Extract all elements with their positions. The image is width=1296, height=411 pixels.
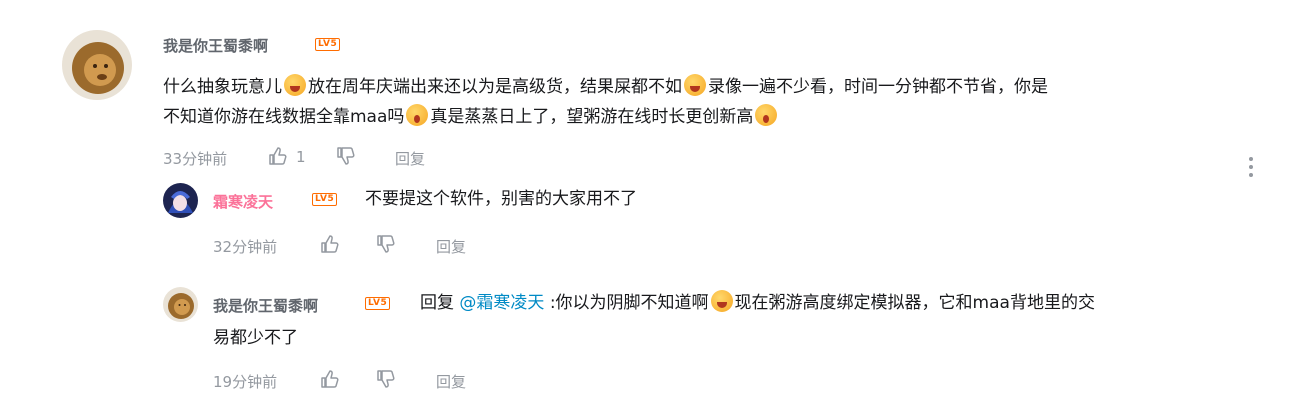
reply-prefix: 回复 bbox=[420, 293, 454, 313]
dislike-button[interactable] bbox=[376, 369, 396, 393]
comment-time: 33分钟前 bbox=[163, 150, 228, 168]
shocked-emoji-icon bbox=[755, 104, 778, 126]
like-button[interactable] bbox=[320, 369, 340, 393]
lion-avatar-icon bbox=[62, 30, 132, 100]
like-button[interactable] bbox=[268, 146, 288, 170]
shocked-emoji-icon bbox=[406, 104, 429, 126]
level-badge: LV5 bbox=[312, 193, 338, 206]
reply-text: 回复 @霜寒凌天 :你以为阴脚不知道啊 现在粥游高度绑定模拟器，它和maa背地里的… bbox=[420, 288, 1270, 318]
reply-username[interactable]: 霜寒凌天 bbox=[213, 191, 273, 212]
comment-username[interactable]: 我是你王蜀黍啊 bbox=[163, 35, 268, 56]
like-count: 1 bbox=[296, 148, 306, 166]
reply-time: 32分钟前 bbox=[213, 238, 278, 256]
reply-username[interactable]: 我是你王蜀黍啊 bbox=[213, 295, 318, 316]
thumbs-up-icon bbox=[321, 370, 339, 388]
anime-avatar-icon bbox=[163, 183, 198, 218]
reply-time: 19分钟前 bbox=[213, 373, 278, 391]
thumbs-down-icon bbox=[377, 235, 395, 253]
reply-text-line2: 易都少不了 bbox=[213, 328, 298, 348]
reply-button[interactable]: 回复 bbox=[436, 236, 466, 257]
lion-avatar-icon bbox=[163, 287, 198, 322]
reply-button[interactable]: 回复 bbox=[395, 148, 425, 169]
mention-link[interactable]: @霜寒凌天 bbox=[459, 293, 544, 313]
reply-button[interactable]: 回复 bbox=[436, 371, 466, 392]
reply-text: 不要提这个软件，别害的大家用不了 bbox=[365, 189, 637, 209]
thumbs-up-icon bbox=[321, 235, 339, 253]
thumbs-down-icon bbox=[377, 370, 395, 388]
level-badge: LV5 bbox=[315, 38, 341, 51]
comment-text-line2: 不知道你游在线数据全靠maa吗 真是蒸蒸日上了，望粥游在线时长更创新高 bbox=[163, 102, 1263, 132]
like-button[interactable] bbox=[320, 234, 340, 258]
thumbs-up-icon bbox=[269, 147, 287, 165]
laugh-emoji-icon bbox=[684, 74, 706, 96]
kiss-emoji-icon bbox=[710, 290, 733, 312]
avatar[interactable] bbox=[62, 30, 132, 100]
comment-text-line1: 什么抽象玩意儿 放在周年庆端出来还以为是高级货，结果屎都不如 录像一遍不少看，时间一… bbox=[163, 72, 1263, 102]
more-menu-button[interactable] bbox=[1245, 155, 1257, 179]
comment-text: 什么抽象玩意儿 放在周年庆端出来还以为是高级货，结果屎都不如 录像一遍不少看，时间一… bbox=[163, 72, 1263, 132]
thumbs-down-icon bbox=[337, 147, 355, 165]
level-badge: LV5 bbox=[365, 297, 391, 310]
dislike-button[interactable] bbox=[376, 234, 396, 258]
reply-avatar[interactable] bbox=[163, 287, 198, 322]
more-vertical-icon bbox=[1249, 157, 1253, 177]
dislike-button[interactable] bbox=[336, 146, 356, 170]
reply-avatar[interactable] bbox=[163, 183, 198, 218]
laugh-emoji-icon bbox=[284, 74, 306, 96]
